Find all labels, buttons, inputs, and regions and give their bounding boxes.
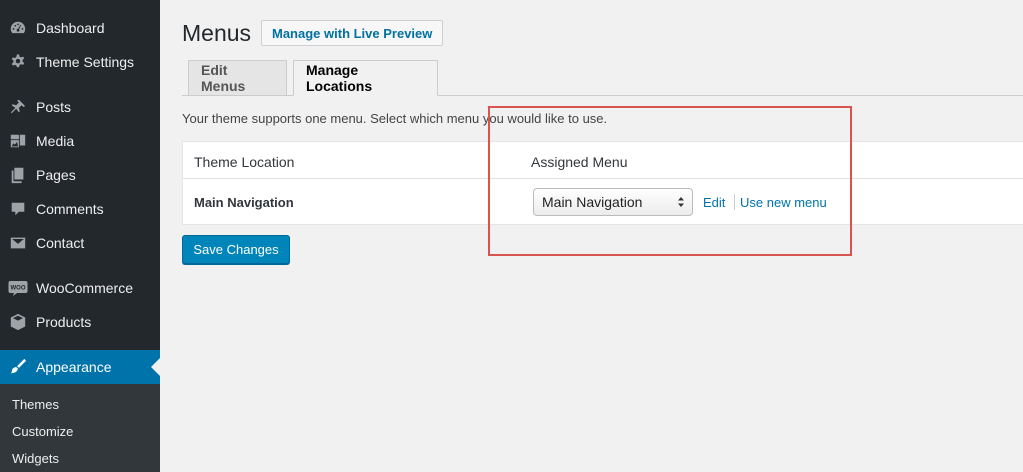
select-value: Main Navigation	[542, 194, 643, 210]
intro-text: Your theme supports one menu. Select whi…	[182, 111, 608, 126]
woocommerce-icon: WOO	[0, 280, 36, 296]
sidebar-item-label: WooCommerce	[36, 280, 133, 296]
sidebar-item-appearance[interactable]: Appearance	[0, 350, 160, 384]
brush-icon	[0, 358, 36, 376]
sidebar-item-label: Pages	[36, 167, 76, 183]
live-preview-button[interactable]: Manage with Live Preview	[261, 20, 444, 46]
submenu-item-themes[interactable]: Themes	[12, 397, 59, 412]
sidebar-item-products[interactable]: Products	[0, 305, 160, 339]
save-changes-button[interactable]: Save Changes	[182, 235, 290, 264]
row-divider	[183, 178, 1023, 179]
edit-menu-link[interactable]: Edit	[703, 195, 725, 210]
sidebar-item-dashboard[interactable]: Dashboard	[0, 11, 160, 45]
active-indicator	[151, 358, 160, 376]
submenu-item-widgets[interactable]: Widgets	[12, 451, 59, 466]
sidebar-item-media[interactable]: Media	[0, 124, 160, 158]
admin-sidebar: Dashboard Theme Settings Posts Media Pag…	[0, 0, 160, 472]
column-header-assigned-menu: Assigned Menu	[531, 154, 628, 170]
sidebar-item-contact[interactable]: Contact	[0, 226, 160, 260]
appearance-submenu: Themes Customize Widgets	[0, 384, 160, 472]
comment-icon	[0, 200, 36, 218]
sidebar-item-label: Products	[36, 314, 92, 330]
dashboard-icon	[0, 19, 36, 37]
sidebar-item-woocommerce[interactable]: WOO WooCommerce	[0, 271, 160, 305]
tab-edit-menus[interactable]: Edit Menus	[188, 60, 287, 96]
location-name: Main Navigation	[194, 195, 294, 210]
media-icon	[0, 132, 36, 150]
sidebar-item-theme-settings[interactable]: Theme Settings	[0, 45, 160, 79]
sidebar-item-pages[interactable]: Pages	[0, 158, 160, 192]
use-new-menu-link[interactable]: Use new menu	[740, 195, 827, 210]
page-title: Menus	[182, 20, 252, 46]
submenu-item-customize[interactable]: Customize	[12, 424, 73, 439]
sidebar-item-comments[interactable]: Comments	[0, 192, 160, 226]
sidebar-item-label: Dashboard	[36, 20, 105, 36]
sidebar-item-posts[interactable]: Posts	[0, 90, 160, 124]
envelope-icon	[0, 234, 36, 252]
pin-icon	[0, 98, 36, 116]
select-arrows-icon	[678, 197, 684, 207]
link-separator	[734, 194, 735, 210]
sidebar-item-label: Theme Settings	[36, 54, 135, 70]
tab-manage-locations[interactable]: Manage Locations	[293, 60, 438, 96]
sidebar-item-label: Media	[36, 133, 75, 149]
sidebar-item-label: Comments	[36, 201, 104, 217]
box-icon	[0, 313, 36, 331]
sidebar-item-label: Appearance	[36, 359, 112, 375]
locations-table: Theme Location Assigned Menu Main Naviga…	[182, 141, 1023, 225]
column-header-theme-location: Theme Location	[194, 154, 295, 170]
sidebar-item-label: Contact	[36, 235, 85, 251]
assigned-menu-select[interactable]: Main Navigation	[533, 188, 693, 216]
sidebar-item-label: Posts	[36, 99, 72, 115]
svg-text:WOO: WOO	[11, 286, 26, 292]
pages-icon	[0, 166, 36, 184]
gear-icon	[0, 53, 36, 71]
